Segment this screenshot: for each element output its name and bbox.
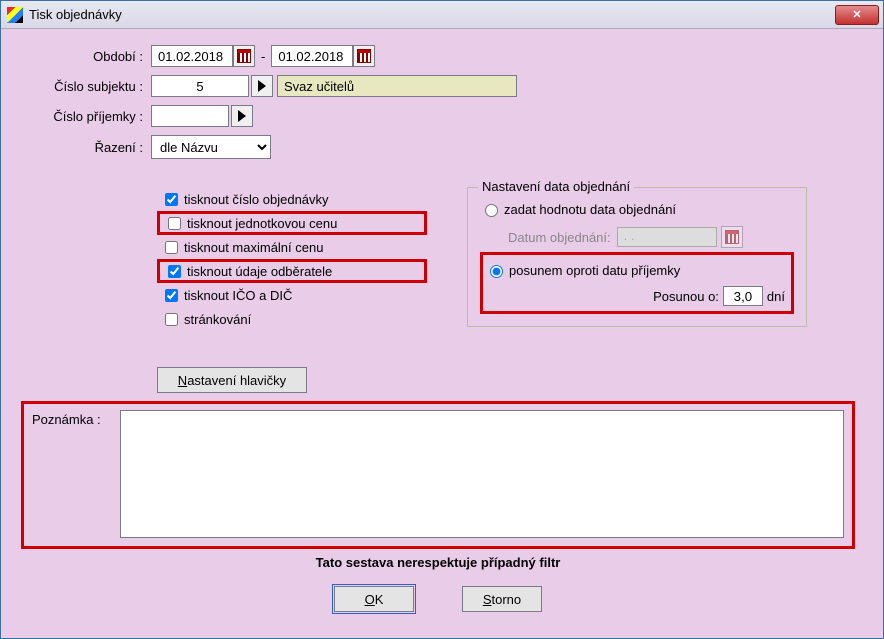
arrow-right-icon bbox=[238, 110, 246, 122]
check-unit-price[interactable]: tisknout jednotkovou cenu bbox=[157, 211, 427, 235]
row-period: Období : - bbox=[21, 45, 855, 67]
radio-enter-date[interactable]: zadat hodnotu data objednání bbox=[480, 196, 794, 222]
row-subject: Číslo subjektu : Svaz učitelů bbox=[21, 75, 855, 97]
titlebar: Tisk objednávky ✕ bbox=[1, 1, 883, 29]
check-customer-data-label: tisknout údaje odběratele bbox=[187, 264, 332, 279]
subject-name-display: Svaz učitelů bbox=[277, 75, 517, 97]
footer-note: Tato sestava nerespektuje případný filtr bbox=[21, 555, 855, 570]
row-receipt: Číslo příjemky : bbox=[21, 105, 855, 127]
arrow-right-icon bbox=[258, 80, 266, 92]
shift-amount-label: Posunou o: bbox=[653, 289, 719, 304]
dialog-body: Období : - Číslo subjektu : Svaz učitelů… bbox=[1, 29, 883, 638]
radio-shift-date-label: posunem oproti datu příjemky bbox=[509, 263, 680, 278]
label-period: Období : bbox=[21, 49, 151, 64]
dialog-window: Tisk objednávky ✕ Období : - Číslo subje… bbox=[0, 0, 884, 639]
ordering-date-legend: Nastavení data objednání bbox=[478, 179, 634, 194]
calendar-to-button[interactable] bbox=[353, 45, 375, 67]
check-unit-price-box[interactable] bbox=[168, 217, 181, 230]
enter-date-calendar-button bbox=[721, 226, 743, 248]
period-from-input[interactable] bbox=[151, 45, 233, 67]
subject-number-input[interactable] bbox=[151, 75, 249, 97]
check-order-number[interactable]: tisknout číslo objednávky bbox=[157, 187, 427, 211]
check-max-price-box[interactable] bbox=[165, 241, 178, 254]
ordering-date-fieldset: Nastavení data objednání zadat hodnotu d… bbox=[467, 187, 807, 327]
label-sort: Řazení : bbox=[21, 140, 151, 155]
check-ico-dic[interactable]: tisknout IČO a DIČ bbox=[157, 283, 427, 307]
columns: tisknout číslo objednávky tisknout jedno… bbox=[21, 187, 855, 331]
enter-date-input: . . bbox=[617, 227, 717, 247]
check-pagination-box[interactable] bbox=[165, 313, 178, 326]
period-to-input[interactable] bbox=[271, 45, 353, 67]
radio-shift-date-input[interactable] bbox=[490, 265, 503, 278]
shift-block: posunem oproti datu příjemky Posunou o: … bbox=[480, 252, 794, 314]
period-dash: - bbox=[261, 49, 265, 64]
checkbox-column: tisknout číslo objednávky tisknout jedno… bbox=[157, 187, 427, 331]
enter-date-label: Datum objednání: bbox=[508, 230, 611, 245]
ok-button[interactable]: OK bbox=[334, 586, 414, 612]
radio-enter-date-label: zadat hodnotu data objednání bbox=[504, 202, 676, 217]
enter-date-subrow: Datum objednání: . . bbox=[508, 226, 794, 248]
radio-enter-date-input[interactable] bbox=[485, 204, 498, 217]
note-block: Poznámka : bbox=[21, 401, 855, 549]
label-subject-number: Číslo subjektu : bbox=[21, 79, 151, 94]
header-settings-btn-rest: astavení hlavičky bbox=[187, 373, 286, 388]
shift-amount-input[interactable] bbox=[723, 286, 763, 306]
note-textarea[interactable] bbox=[120, 410, 844, 538]
check-ico-dic-box[interactable] bbox=[165, 289, 178, 302]
check-max-price[interactable]: tisknout maximální cenu bbox=[157, 235, 427, 259]
receipt-lookup-button[interactable] bbox=[231, 105, 253, 127]
close-icon: ✕ bbox=[852, 8, 861, 21]
check-customer-data-box[interactable] bbox=[168, 265, 181, 278]
check-order-number-label: tisknout číslo objednávky bbox=[184, 192, 329, 207]
check-ico-dic-label: tisknout IČO a DIČ bbox=[184, 288, 292, 303]
subject-name-text: Svaz učitelů bbox=[284, 79, 354, 94]
calendar-icon bbox=[237, 49, 251, 63]
close-button[interactable]: ✕ bbox=[835, 5, 879, 25]
row-sort: Řazení : dle Názvu bbox=[21, 135, 855, 159]
check-pagination[interactable]: stránkování bbox=[157, 307, 427, 331]
app-icon bbox=[7, 7, 23, 23]
note-label: Poznámka : bbox=[32, 410, 120, 427]
receipt-number-input[interactable] bbox=[151, 105, 229, 127]
check-max-price-label: tisknout maximální cenu bbox=[184, 240, 323, 255]
window-title: Tisk objednávky bbox=[29, 7, 122, 22]
header-settings-button[interactable]: Nastavení hlavičky bbox=[157, 367, 307, 393]
calendar-from-button[interactable] bbox=[233, 45, 255, 67]
calendar-icon bbox=[357, 49, 371, 63]
enter-date-value: . . bbox=[618, 228, 635, 243]
check-unit-price-label: tisknout jednotkovou cenu bbox=[187, 216, 337, 231]
check-customer-data[interactable]: tisknout údaje odběratele bbox=[157, 259, 427, 283]
check-order-number-box[interactable] bbox=[165, 193, 178, 206]
subject-lookup-button[interactable] bbox=[251, 75, 273, 97]
label-receipt-number: Číslo příjemky : bbox=[21, 109, 151, 124]
button-row: OK Storno bbox=[21, 586, 855, 612]
radio-shift-date[interactable]: posunem oproti datu příjemky bbox=[485, 257, 789, 283]
shift-amount-row: Posunou o: dní bbox=[485, 283, 789, 309]
cancel-button[interactable]: Storno bbox=[462, 586, 542, 612]
shift-amount-unit: dní bbox=[767, 289, 785, 304]
sort-select[interactable]: dle Názvu bbox=[151, 135, 271, 159]
calendar-icon bbox=[725, 230, 739, 244]
check-pagination-label: stránkování bbox=[184, 312, 251, 327]
